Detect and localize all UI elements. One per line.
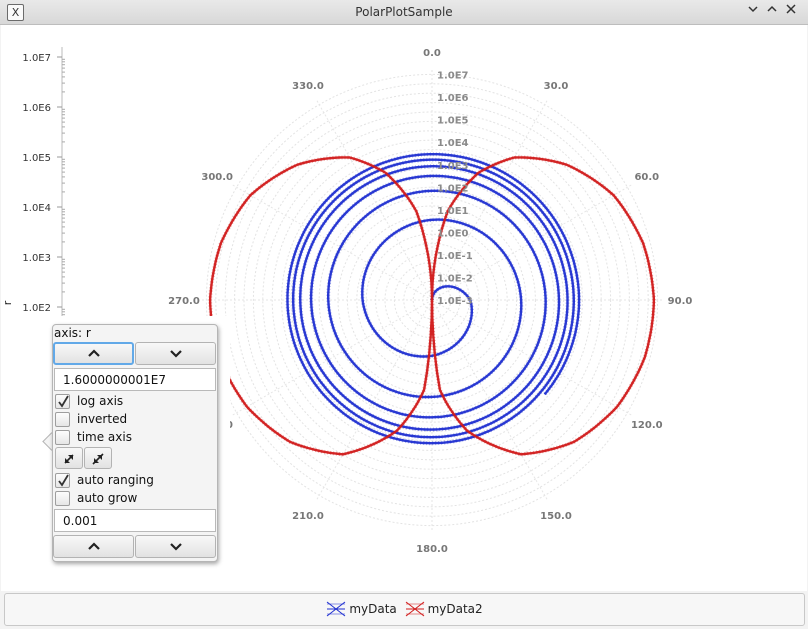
- check-icon: [58, 474, 69, 487]
- angle-tick-label: 210.0: [292, 511, 324, 522]
- check-icon: [58, 395, 69, 408]
- left-axis-tick-label: 1.0E2: [22, 303, 51, 314]
- checkbox-box: [55, 412, 70, 427]
- angle-tick-label: 300.0: [201, 172, 233, 183]
- radial-tick-label: 1.0E-2: [437, 274, 473, 285]
- tick-unit-spinner: [53, 535, 217, 559]
- inverted-label: inverted: [77, 412, 128, 426]
- auto-grow-label: auto grow: [77, 491, 138, 505]
- checkbox-box: [55, 491, 70, 506]
- legend-label-mydata2: myData2: [427, 602, 483, 616]
- angle-tick-label: 270.0: [168, 296, 200, 307]
- window-title: PolarPlotSample: [355, 5, 453, 19]
- chevron-down-icon: [170, 350, 182, 358]
- legend-label-mydata: myData: [349, 602, 397, 616]
- checkbox-box: [55, 430, 70, 445]
- close-icon: [786, 4, 796, 14]
- radial-tick-label: 1.0E3: [437, 161, 469, 172]
- max-decrement-button[interactable]: [135, 342, 216, 365]
- angle-tick-label: 120.0: [631, 420, 663, 431]
- radial-tick-label: 1.0E-3: [437, 296, 473, 307]
- angle-tick-label: 150.0: [540, 511, 572, 522]
- time-axis-label: time axis: [77, 430, 132, 444]
- auto-ranging-checkbox[interactable]: auto ranging: [55, 472, 215, 490]
- zoom-button-row: [53, 447, 217, 471]
- legend-swatch-red: [405, 601, 424, 617]
- max-increment-button[interactable]: [53, 342, 134, 365]
- radial-tick-label: 1.0E0: [437, 228, 469, 239]
- close-button[interactable]: [783, 3, 799, 19]
- legend-swatch-blue: [327, 601, 346, 617]
- collapse-range-button[interactable]: [84, 447, 112, 469]
- max-value-field[interactable]: 1.6000000001E7: [54, 368, 216, 391]
- radial-tick-label: 1.0E6: [437, 93, 469, 104]
- radial-tick-label: 1.0E-1: [437, 251, 473, 262]
- expand-icon: [64, 454, 74, 464]
- angle-tick-label: 60.0: [634, 172, 659, 183]
- left-axis-tick-label: 1.0E4: [22, 203, 51, 214]
- angle-tick-label: 180.0: [416, 544, 448, 555]
- title-bar: X PolarPlotSample: [0, 0, 808, 25]
- log-axis-label: log axis: [77, 394, 124, 408]
- chevron-up-icon: [88, 542, 100, 550]
- tick-unit-field[interactable]: 0.001: [54, 509, 216, 532]
- radial-tick-label: 1.0E7: [437, 71, 469, 82]
- tick-unit-increment-button[interactable]: [53, 535, 134, 558]
- tick-unit-decrement-button[interactable]: [135, 535, 216, 558]
- auto-grow-checkbox[interactable]: auto grow: [55, 490, 215, 508]
- left-axis-tick-label: 1.0E5: [22, 153, 51, 164]
- chevron-up-icon: [767, 5, 777, 12]
- left-axis-tick-label: 1.0E3: [22, 253, 51, 264]
- chevron-down-icon: [748, 6, 758, 13]
- left-axis-tick-label: 1.0E6: [22, 103, 51, 114]
- log-axis-checkbox[interactable]: log axis: [55, 393, 215, 411]
- minimize-button[interactable]: [745, 3, 761, 19]
- angle-tick-label: 330.0: [292, 81, 324, 92]
- left-axis-title: r: [1, 300, 14, 305]
- time-axis-checkbox[interactable]: time axis: [55, 429, 215, 447]
- angle-tick-label: 0.0: [423, 48, 441, 59]
- axis-name-label: axis: r: [54, 326, 91, 340]
- chevron-up-icon: [88, 349, 100, 357]
- checkbox-box: [55, 473, 70, 488]
- chart-legend: myData myData2: [4, 593, 805, 626]
- radial-tick-label: 1.0E5: [437, 116, 469, 127]
- angle-tick-label: 90.0: [668, 296, 693, 307]
- max-spinner: [53, 342, 217, 366]
- radial-tick-label: 1.0E4: [437, 138, 469, 149]
- legend-item-mydata[interactable]: myData: [326, 601, 397, 617]
- checkbox-box: [55, 394, 70, 409]
- axis-popup: axis: r 1.6000000001E7 log axis inverted: [32, 316, 230, 570]
- maximize-button[interactable]: [764, 3, 780, 19]
- left-axis-tick-label: 1.0E7: [22, 53, 51, 64]
- legend-item-mydata2[interactable]: myData2: [405, 601, 483, 617]
- inverted-checkbox[interactable]: inverted: [55, 411, 215, 429]
- axis-settings-panel: axis: r 1.6000000001E7 log axis inverted: [52, 324, 218, 562]
- collapse-icon: [92, 453, 104, 465]
- auto-ranging-label: auto ranging: [77, 473, 154, 487]
- radial-tick-label: 1.0E1: [437, 206, 469, 217]
- expand-range-button[interactable]: [55, 447, 83, 469]
- radial-tick-label: 1.0E2: [437, 183, 469, 194]
- chevron-down-icon: [170, 543, 182, 551]
- angle-tick-label: 30.0: [544, 81, 569, 92]
